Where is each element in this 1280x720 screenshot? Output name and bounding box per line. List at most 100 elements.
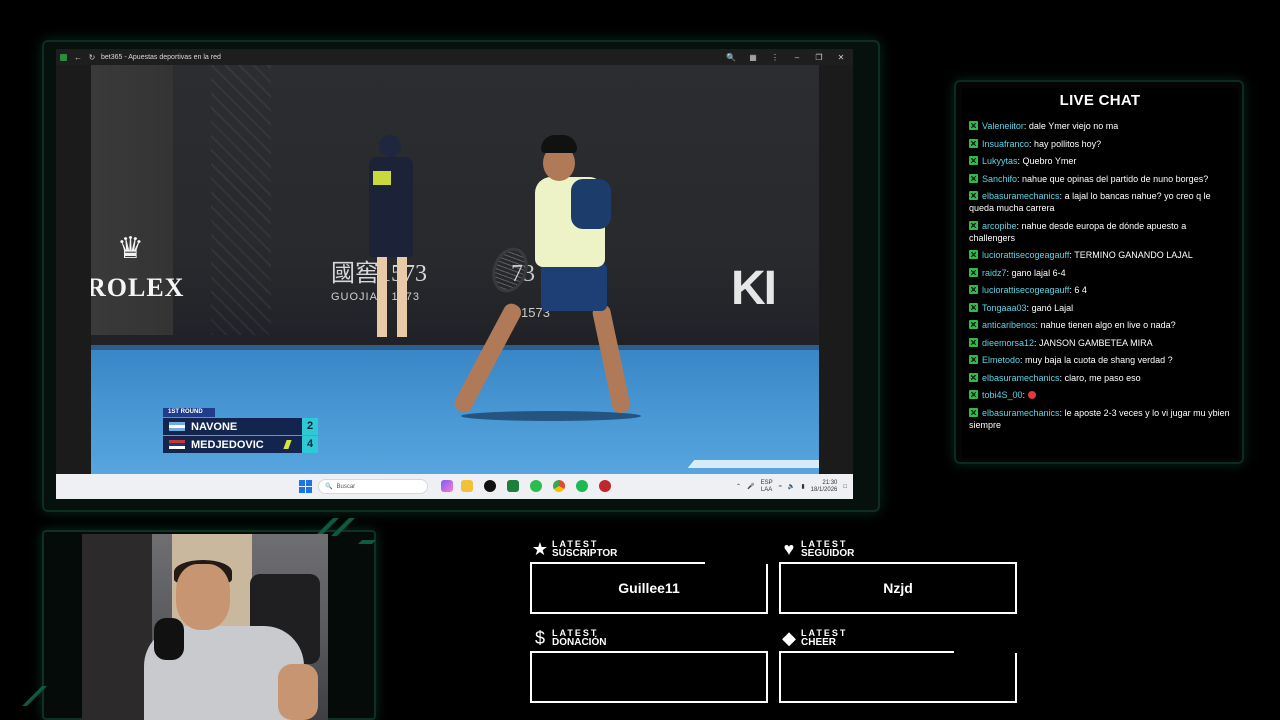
chat-text: nahue tienen algo en live o nada? (1038, 320, 1176, 330)
dollar-icon: $ (534, 627, 545, 648)
chat-message: elbasuramechanics: le aposte 2-3 veces y… (969, 407, 1233, 431)
serbia-flag-icon (169, 440, 185, 449)
ball-kid (361, 135, 421, 355)
tiktok-icon[interactable] (484, 480, 496, 492)
battery-icon[interactable]: ▮ (801, 483, 804, 490)
chat-text: muy baja la cuota de shang verdad ? (1022, 355, 1173, 365)
microphone-icon[interactable]: 🎤 (747, 483, 754, 490)
chat-username[interactable]: Tongaaa03 (982, 303, 1027, 313)
kick-badge-icon (969, 121, 978, 130)
chat-message: luciorattisecogeagauff: 6 4 (969, 284, 1233, 296)
system-tray: ⌃ 🎤 ESP LAA ≈ 🔈 ▮ 21:30 18/1/2026 □ (736, 474, 847, 499)
taskbar-search[interactable]: 🔍 Buscar (318, 479, 428, 494)
scoreboard: 1ST ROUND NAVONE 2 MEDJEDOVIC 4 (163, 408, 318, 453)
language-code: ESP (760, 479, 773, 486)
chat-username[interactable]: Sanchifo (982, 174, 1017, 184)
chat-username[interactable]: Insuafranco (982, 139, 1029, 149)
racket (486, 242, 534, 298)
file-explorer-icon[interactable] (461, 480, 473, 492)
browser-titlebar: ← ↻ bet365 - Apuestas deportivas en la r… (56, 49, 853, 65)
chat-message: elbasuramechanics: a lajal lo bancas nah… (969, 190, 1233, 214)
live-chat: LIVE CHAT Valeneiitor: dale Ymer viejo n… (962, 88, 1238, 458)
volume-icon[interactable]: 🔈 (788, 483, 795, 490)
latest-donation-widget: $ LATEST DONACIÓN (530, 627, 768, 703)
kick-badge-icon (969, 250, 978, 259)
notifications-icon[interactable]: □ (843, 484, 847, 490)
chat-username[interactable]: luciorattisecogeagauff (982, 285, 1069, 295)
court-baseline (687, 460, 819, 468)
chat-text: ganó Lajal (1029, 302, 1074, 313)
reload-icon[interactable]: ↻ (85, 49, 99, 65)
minimize-icon[interactable]: – (789, 49, 805, 65)
player-name: NAVONE (191, 420, 238, 433)
wifi-icon[interactable]: ≈ (779, 484, 782, 490)
bet365-taskbar-icon[interactable] (507, 480, 519, 492)
chat-text: gano lajal 6-4 (1009, 267, 1066, 278)
argentina-flag-icon (169, 422, 185, 431)
clock-time: 21:30 (822, 479, 838, 486)
fence (211, 65, 271, 335)
spotify-icon[interactable] (576, 480, 588, 492)
chat-username[interactable]: Valeneiitor (982, 121, 1024, 131)
chat-username[interactable]: elbasuramechanics (982, 191, 1060, 201)
kick-badge-icon (969, 138, 978, 148)
latest-cheer-widget: ◆ LATEST CHEER (779, 627, 1017, 703)
chat-username[interactable]: raidz7 (982, 268, 1007, 278)
chat-text: dale Ymer viejo no ma (1026, 121, 1119, 131)
chat-text: hay pollitos hoy? (1031, 138, 1102, 149)
widget-type-label: SUSCRIPTOR (552, 548, 618, 559)
search-icon: 🔍 (325, 484, 333, 490)
chat-username[interactable]: arcopibe (982, 221, 1017, 231)
widget-value (530, 651, 768, 703)
kick-badge-icon (969, 173, 978, 183)
restore-icon[interactable]: ❐ (811, 49, 827, 65)
chat-message: tobi4S_00: (969, 389, 1233, 401)
app-icon[interactable] (599, 480, 611, 492)
widget-type-label: CHEER (801, 637, 837, 648)
copilot-icon[interactable] (441, 480, 453, 492)
widget-type-label: DONACIÓN (552, 637, 607, 648)
microphone (154, 618, 184, 660)
close-icon[interactable]: ✕ (833, 49, 849, 65)
kick-badge-icon (969, 191, 978, 200)
kick-badge-icon (969, 302, 978, 312)
chat-username[interactable]: elbasuramechanics (982, 408, 1060, 418)
webcam-feed (82, 534, 328, 720)
back-arrow-icon[interactable]: ← (71, 49, 85, 65)
kick-badge-icon (969, 355, 978, 364)
chat-text: JANSON GAMBETEA MIRA (1036, 337, 1153, 348)
kick-badge-icon (969, 390, 978, 399)
latest-follower-widget: ♥ LATEST SEGUIDOR Nzjd (779, 538, 1017, 614)
latest-subscriber-widget: ★ LATEST SUSCRIPTOR Guillee11 (530, 538, 768, 614)
chat-title: LIVE CHAT (1059, 92, 1141, 109)
chat-username[interactable]: tobi4S_00 (982, 390, 1023, 400)
tennis-video[interactable]: ♛ ROLEX 國窖1573 GUOJIAO 1573 73 1573 KI (91, 65, 819, 474)
scoreboard-row: NAVONE 2 (163, 418, 318, 435)
menu-dots-icon[interactable]: ⋮ (767, 49, 783, 65)
chat-username[interactable]: dieemorsa12 (982, 338, 1034, 348)
chat-username[interactable]: luciorattisecogeagauff (982, 250, 1069, 260)
chat-message: arcopibe: nahue desde europa de dónde ap… (969, 220, 1233, 244)
clock[interactable]: 21:30 18/1/2026 (811, 480, 838, 494)
chat-username[interactable]: anticaribenos (982, 320, 1036, 330)
extensions-icon[interactable]: ▦ (745, 49, 761, 65)
zoom-icon[interactable]: 🔍 (723, 49, 739, 65)
chat-username[interactable]: Lukyytas (982, 156, 1018, 166)
kick-badge-icon (969, 267, 978, 277)
bet365-favicon (60, 53, 67, 61)
chat-username[interactable]: Elmetodo (982, 355, 1020, 365)
windows-start-icon[interactable] (299, 480, 312, 493)
chevron-up-icon[interactable]: ⌃ (736, 483, 741, 490)
whatsapp-icon[interactable] (530, 480, 542, 492)
chat-username[interactable]: elbasuramechanics (982, 373, 1060, 383)
language-indicator[interactable]: ESP LAA (761, 480, 773, 494)
emote-icon (1027, 391, 1036, 399)
chat-message: Valeneiitor: dale Ymer viejo no ma (969, 120, 1233, 132)
heart-icon: ♥ (783, 538, 795, 559)
chat-message: Lukyytas: Quebro Ymer (969, 155, 1233, 167)
kick-badge-icon (969, 372, 978, 382)
kick-badge-icon (969, 156, 978, 165)
chat-message: elbasuramechanics: claro, me paso eso (969, 372, 1233, 384)
chat-message: Insuafranco: hay pollitos hoy? (969, 138, 1233, 150)
chrome-icon[interactable] (553, 480, 565, 492)
